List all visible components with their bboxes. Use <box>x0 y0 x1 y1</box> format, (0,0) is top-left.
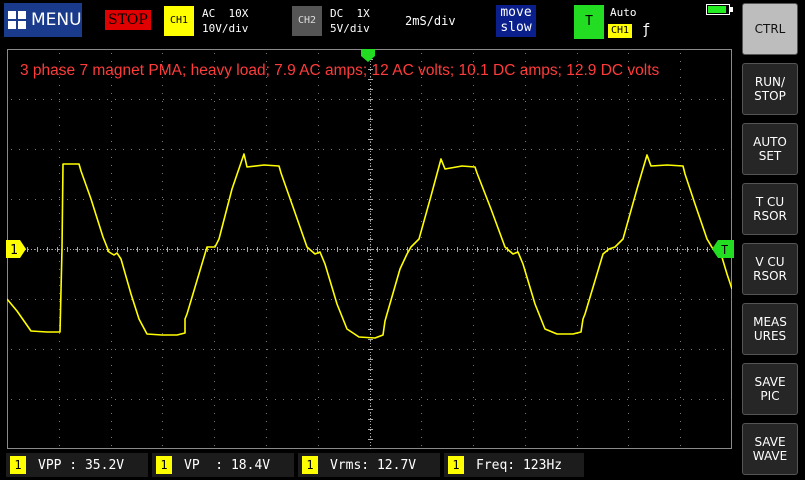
measurement-channel: 1 <box>448 456 464 474</box>
menu-button[interactable]: MENU <box>4 3 82 37</box>
measurement-channel: 1 <box>302 456 318 474</box>
measurement-vpp[interactable]: 1 VPP : 35.2V <box>6 453 148 477</box>
time-cursor-button[interactable]: T CU RSOR <box>742 183 798 235</box>
ch2-tag[interactable]: CH2 <box>292 6 322 36</box>
trigger-mode[interactable]: Auto <box>610 6 637 19</box>
trigger-source[interactable]: CH1 <box>608 24 633 38</box>
save-pic-button[interactable]: SAVE PIC <box>742 363 798 415</box>
ch1-waveform-trace <box>7 153 732 339</box>
measurement-text: Vrms: 12.7V <box>330 457 417 473</box>
move-speed: slow <box>500 20 532 35</box>
run-stop-button[interactable]: RUN/ STOP <box>742 63 798 115</box>
grid-icon <box>8 11 26 29</box>
ch2-coupling: DC <box>330 7 344 20</box>
right-sidebar: CTRL RUN/ STOP AUTO SET T CU RSOR V CU R… <box>742 0 805 480</box>
scope-screen[interactable] <box>7 49 732 449</box>
volt-cursor-button[interactable]: V CU RSOR <box>742 243 798 295</box>
center-axes <box>7 49 731 449</box>
ch1-coupling: AC <box>202 7 216 20</box>
measurement-channel: 1 <box>156 456 172 474</box>
trigger-tag[interactable]: T <box>574 5 604 39</box>
ch1-level-marker[interactable]: 1 <box>6 240 28 258</box>
ch2-scale: 5V/div <box>330 22 370 35</box>
measurement-text: VP : 18.4V <box>184 457 271 473</box>
ch1-tag[interactable]: CH1 <box>164 6 194 36</box>
timebase-readout[interactable]: 2mS/div <box>405 14 456 28</box>
save-wave-button[interactable]: SAVE WAVE <box>742 423 798 475</box>
measurement-text: Freq: 123Hz <box>476 457 563 473</box>
menu-label: MENU <box>31 10 82 30</box>
ch1-marker-label: 1 <box>10 243 18 258</box>
measurement-vrms[interactable]: 1 Vrms: 12.7V <box>298 453 440 477</box>
ch2-settings[interactable]: DC 1X 5V/div <box>330 6 370 36</box>
measures-button[interactable]: MEAS URES <box>742 303 798 355</box>
scope-graticule <box>7 49 732 449</box>
ch1-probe: 10X <box>228 7 249 20</box>
trigger-level-marker[interactable]: T <box>712 240 734 258</box>
trigger-edge-icon[interactable]: ƒ <box>642 22 650 38</box>
trigger-position-marker <box>361 49 375 62</box>
trigger-marker-label: T <box>721 243 728 257</box>
top-toolbar: MENU STOP CH1 AC 10X 10V/div CH2 DC 1X 5… <box>0 0 740 42</box>
measurement-vp[interactable]: 1 VP : 18.4V <box>152 453 294 477</box>
measurement-channel: 1 <box>10 456 26 474</box>
measurement-freq[interactable]: 1 Freq: 123Hz <box>444 453 584 477</box>
move-label: move <box>500 5 532 20</box>
measurement-text: VPP : 35.2V <box>38 457 125 473</box>
ch1-settings[interactable]: AC 10X 10V/div <box>202 6 248 36</box>
battery-icon <box>706 4 733 15</box>
run-state-badge[interactable]: STOP <box>105 10 151 30</box>
auto-set-button[interactable]: AUTO SET <box>742 123 798 175</box>
ch2-probe: 1X <box>356 7 370 20</box>
ch1-scale: 10V/div <box>202 22 249 35</box>
move-speed-button[interactable]: move slow <box>496 5 536 37</box>
ctrl-button[interactable]: CTRL <box>742 3 798 55</box>
screen-annotation: 3 phase 7 magnet PMA; heavy load; 7.9 AC… <box>20 62 660 79</box>
